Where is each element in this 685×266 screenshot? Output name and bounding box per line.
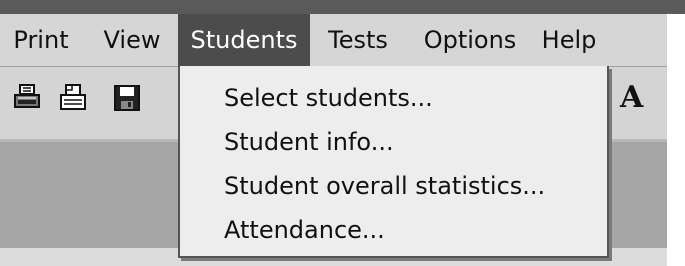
menu-item-student-info[interactable]: Student info...: [224, 122, 394, 162]
menu-help[interactable]: Help: [534, 14, 604, 66]
menu-students[interactable]: Students: [178, 14, 310, 66]
menu-item-attendance[interactable]: Attendance...: [224, 210, 385, 250]
menu-item-select-students[interactable]: Select students...: [224, 78, 433, 118]
font-button[interactable]: A: [620, 78, 643, 118]
print-preview-icon[interactable]: [58, 83, 88, 113]
menu-tests[interactable]: Tests: [314, 14, 402, 66]
menu-view[interactable]: View: [96, 14, 168, 66]
students-dropdown-menu: Select students... Student info... Stude…: [178, 66, 609, 258]
printer-icon[interactable]: [12, 83, 42, 113]
window-right-margin: [667, 14, 685, 266]
menu-options[interactable]: Options: [410, 14, 530, 66]
app-window: Print View Students Tests Options Help A…: [0, 0, 685, 266]
menu-print[interactable]: Print: [0, 14, 82, 66]
menu-bar: Print View Students Tests Options Help: [0, 14, 667, 67]
window-frame-top: [0, 0, 685, 14]
menu-item-student-overall-statistics[interactable]: Student overall statistics...: [224, 166, 545, 206]
save-icon[interactable]: [112, 83, 142, 113]
